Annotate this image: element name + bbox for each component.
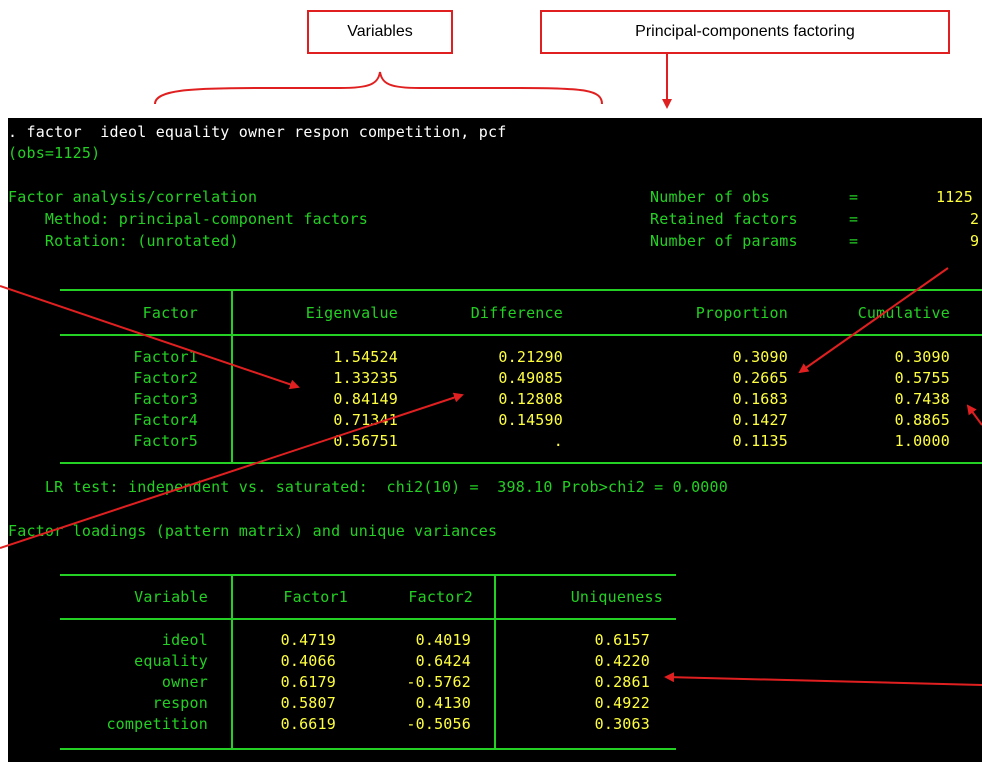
uniqueness-arrow <box>664 672 982 686</box>
difference-arrow <box>0 392 464 549</box>
annotation-overlay <box>0 54 982 686</box>
proportion-arrow <box>798 267 949 374</box>
eigenvalue-arrow <box>0 285 300 390</box>
variables-brace <box>154 71 603 105</box>
cumulative-arrow <box>966 404 982 426</box>
